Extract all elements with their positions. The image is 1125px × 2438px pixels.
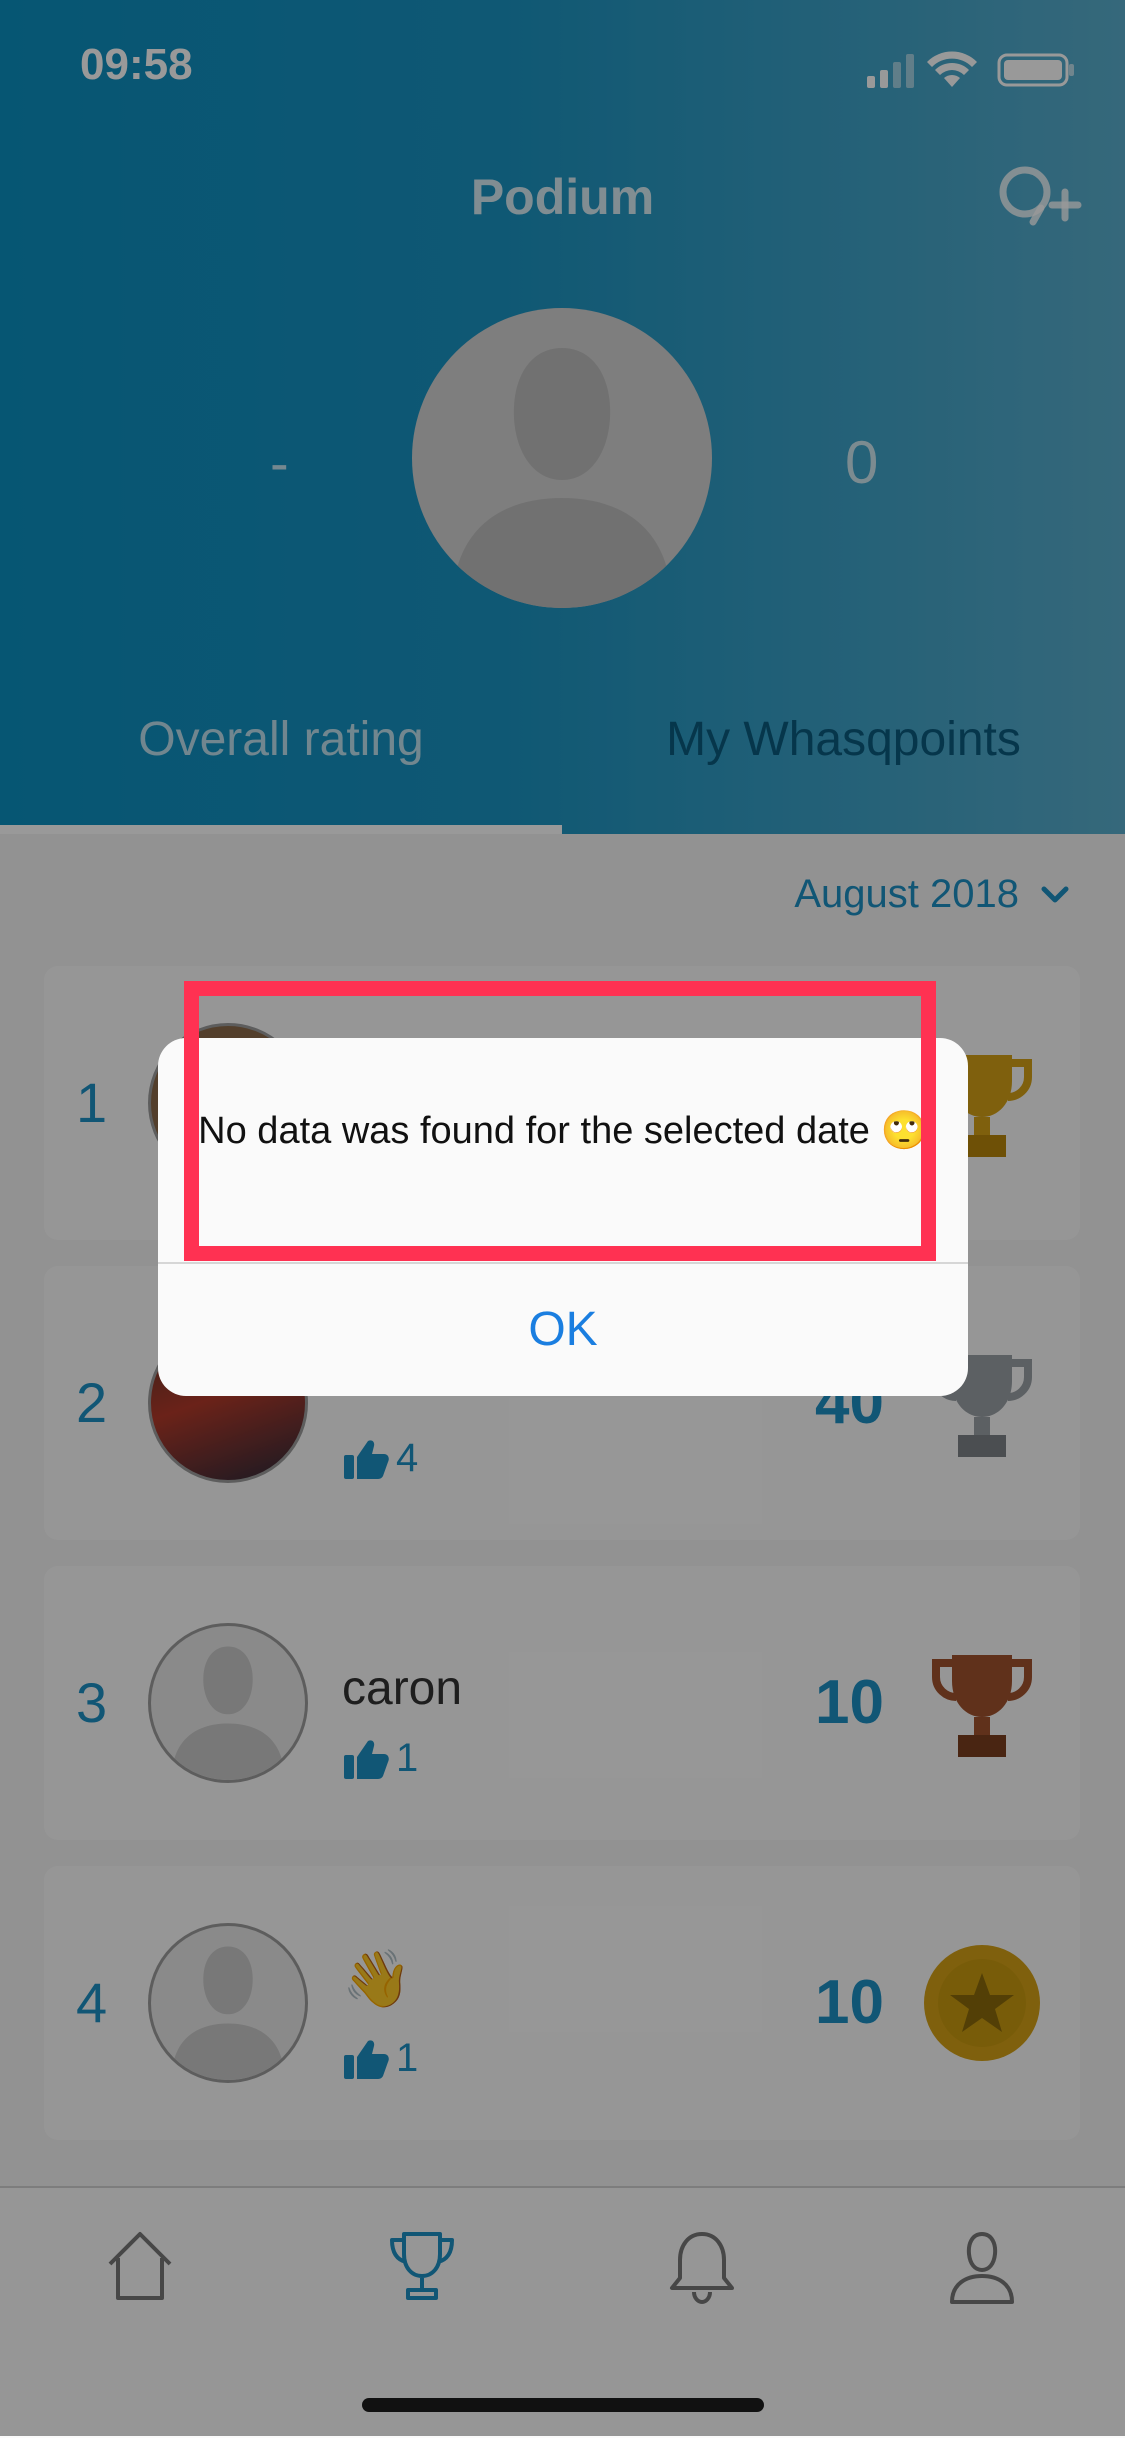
home-indicator (362, 2398, 764, 2412)
highlight-box (184, 981, 936, 1261)
ok-button[interactable]: OK (158, 1264, 968, 1396)
